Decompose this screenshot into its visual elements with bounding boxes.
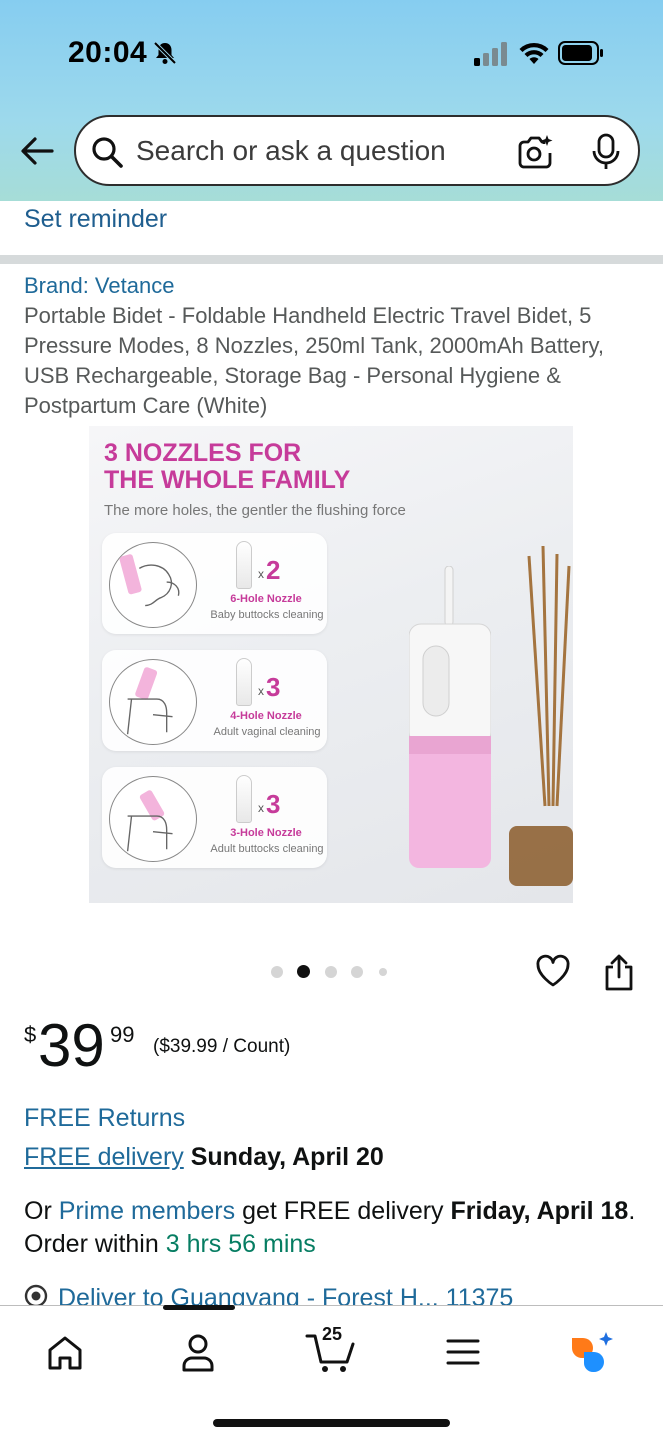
nozzle-quantity: 3 (266, 672, 281, 702)
wifi-icon (519, 42, 549, 64)
nozzle-description: Baby buttocks cleaning (210, 609, 324, 621)
nozzle-description: Adult buttocks cleaning (210, 843, 324, 855)
nozzle-illustration (236, 658, 252, 706)
back-arrow-icon[interactable] (18, 134, 56, 168)
price-symbol: $ (24, 1022, 37, 1047)
account-icon[interactable] (173, 1330, 223, 1374)
free-returns-link[interactable]: FREE Returns (24, 1104, 185, 1133)
rufus-icon[interactable] (568, 1330, 618, 1374)
seated-person-illustration (109, 659, 197, 745)
search-bar[interactable] (74, 115, 640, 186)
free-delivery-link[interactable]: FREE delivery (24, 1143, 184, 1171)
brand-link[interactable]: Brand: Vetance (24, 273, 174, 299)
bell-slash-icon (153, 41, 177, 65)
home-icon[interactable] (40, 1330, 90, 1374)
reed-diffuser-illustration (509, 546, 573, 886)
set-reminder-link[interactable]: Set reminder (24, 205, 167, 234)
image-headline: 3 NOZZLES FOR THE WHOLE FAMILY (104, 440, 350, 494)
product-image[interactable]: 3 NOZZLES FOR THE WHOLE FAMILY The more … (89, 426, 573, 903)
section-divider (0, 255, 663, 264)
seated-person-illustration (109, 776, 197, 862)
nozzle-quantity: 3 (266, 789, 281, 819)
menu-icon[interactable] (438, 1330, 488, 1374)
nozzle-illustration (236, 541, 252, 589)
prime-prefix: Or (24, 1197, 59, 1225)
nozzle-multiplier: x (258, 801, 264, 815)
search-input[interactable] (136, 131, 496, 171)
nozzle-illustration (236, 775, 252, 823)
carousel-dot[interactable] (351, 966, 363, 978)
nozzle-multiplier: x (258, 684, 264, 698)
bidet-device-illustration (409, 566, 491, 868)
signal-icon (474, 42, 507, 66)
delivery-info: FREE delivery Sunday, April 20 (24, 1143, 384, 1172)
cart-count: 25 (322, 1324, 343, 1344)
search-icon (92, 137, 123, 168)
image-subline: The more holes, the gentler the flushing… (104, 502, 406, 519)
nozzle-quantity: 2 (266, 555, 281, 585)
status-time: 20:04 (68, 36, 148, 69)
prime-mid-text: get FREE delivery (235, 1197, 451, 1225)
delivery-countdown: 3 hrs 56 mins (165, 1230, 316, 1258)
app-header: 20:04 (0, 0, 663, 201)
nozzle-multiplier: x (258, 567, 264, 581)
share-icon[interactable] (603, 953, 635, 991)
nozzle-name: 6-Hole Nozzle (230, 593, 302, 605)
carousel-dot[interactable] (297, 965, 310, 978)
delivery-date: Sunday, April 20 (190, 1143, 384, 1171)
nozzle-card: x 3 4-Hole Nozzle Adult vaginal cleaning (102, 650, 327, 751)
prime-members-link[interactable]: Prime members (59, 1197, 235, 1225)
camera-icon[interactable] (516, 133, 554, 171)
carousel-dot[interactable] (271, 966, 283, 978)
heart-icon[interactable] (535, 954, 571, 988)
battery-icon (558, 41, 603, 65)
nozzle-name: 3-Hole Nozzle (230, 827, 302, 839)
nozzle-name: 4-Hole Nozzle (230, 710, 302, 722)
image-headline-line-2: THE WHOLE FAMILY (104, 466, 351, 494)
carousel-dot[interactable] (379, 968, 387, 976)
nozzle-card: x 3 3-Hole Nozzle Adult buttocks cleanin… (102, 767, 327, 868)
prime-delivery-info: Or Prime members get FREE delivery Frida… (24, 1195, 644, 1261)
mic-icon[interactable] (591, 133, 621, 171)
prime-delivery-date: Friday, April 18 (450, 1197, 629, 1225)
baby-illustration (109, 542, 197, 628)
carousel-dots[interactable] (271, 964, 401, 980)
price-whole: 39 (38, 1012, 105, 1079)
image-headline-line-1: 3 NOZZLES FOR (104, 439, 302, 467)
nozzle-description: Adult vaginal cleaning (213, 726, 321, 738)
drag-handle[interactable] (163, 1305, 235, 1310)
home-indicator[interactable] (213, 1419, 450, 1427)
carousel-dot[interactable] (325, 966, 337, 978)
product-title[interactable]: Portable Bidet - Foldable Handheld Elect… (24, 301, 644, 421)
unit-price: ($39.99 / Count) (153, 1036, 291, 1057)
nozzle-card: x 2 6-Hole Nozzle Baby buttocks cleaning (102, 533, 327, 634)
price-fraction: 99 (110, 1022, 135, 1047)
